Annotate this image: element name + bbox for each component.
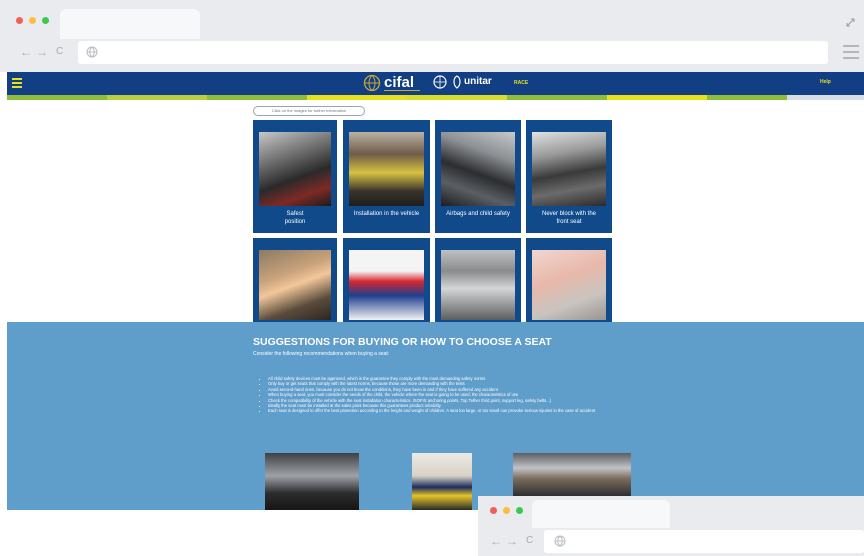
browser-tab[interactable] (60, 9, 200, 39)
card-installation[interactable]: Installation in the vehicle (343, 120, 430, 233)
minimize-window-dot[interactable] (29, 17, 36, 24)
suggestions-list: All child safety devices must be approve… (260, 376, 640, 414)
suggestion-photo-3 (513, 453, 631, 496)
card-photo (441, 132, 515, 206)
cifal-logo: cifal (384, 74, 415, 91)
card-caption: Never block with the front seat (541, 211, 597, 225)
card-never-block[interactable]: Never block with the front seat (526, 120, 612, 233)
card-safest-position[interactable]: Safest position (253, 120, 337, 233)
card-photo (532, 250, 606, 320)
cifal-logo-underline (384, 90, 420, 91)
suggestion-photo-1 (265, 453, 359, 510)
reload-icon[interactable]: C (526, 535, 533, 546)
minimize-window-dot[interactable] (503, 507, 510, 514)
click-hint-pill: Click on the images for further informat… (253, 106, 365, 116)
unitar-logo: unitar (464, 76, 492, 87)
card-photo (259, 132, 331, 206)
hamburger-menu-icon[interactable] (12, 82, 22, 84)
fullscreen-icon[interactable] (846, 14, 855, 27)
address-bar[interactable] (78, 41, 828, 64)
menu-icon-line[interactable] (843, 57, 859, 59)
list-item: Each seat is designed to offer the best … (268, 408, 640, 413)
hamburger-menu-icon[interactable] (12, 78, 22, 80)
cifal-globe-icon (363, 74, 381, 92)
unitar-emblem-icon (453, 75, 461, 89)
card-seat-product[interactable] (343, 238, 430, 322)
card-child-seat-photo[interactable] (253, 238, 337, 322)
maximize-window-dot[interactable] (516, 507, 523, 514)
card-caption: Safest position (284, 211, 306, 225)
card-photo (259, 250, 331, 320)
globe-icon (554, 535, 566, 547)
suggestion-photo-2 (412, 453, 472, 510)
card-caption: Airbags and child safety (446, 211, 510, 217)
reload-icon[interactable]: C (56, 46, 63, 57)
card-airbags[interactable]: Airbags and child safety (435, 120, 521, 233)
card-photo (532, 132, 606, 206)
card-photo (441, 250, 515, 320)
hamburger-menu-icon[interactable] (12, 86, 22, 88)
browser-tab[interactable] (532, 500, 670, 528)
close-window-dot[interactable] (490, 507, 497, 514)
card-baby-photo[interactable] (526, 238, 612, 322)
back-arrow-icon[interactable]: ← (490, 534, 502, 548)
maximize-window-dot[interactable] (42, 17, 49, 24)
back-arrow-icon[interactable]: ← (20, 45, 32, 59)
help-link[interactable]: Help (820, 79, 831, 85)
suggestions-intro: Consider the following recommendations w… (253, 351, 390, 357)
card-photo (349, 250, 424, 320)
suggestions-title: SUGGESTIONS FOR BUYING OR HOW TO CHOOSE … (253, 336, 552, 348)
card-seat-belt[interactable] (435, 238, 521, 322)
menu-icon-line[interactable] (843, 45, 859, 47)
card-caption: Installation in the vehicle (353, 211, 420, 217)
forward-arrow-icon[interactable]: → (506, 534, 518, 548)
un-emblem-icon (433, 75, 447, 89)
card-photo (349, 132, 424, 206)
address-bar[interactable] (544, 530, 864, 553)
globe-icon (86, 46, 98, 58)
race-logo: RACE (514, 80, 529, 86)
forward-arrow-icon[interactable]: → (36, 45, 48, 59)
close-window-dot[interactable] (16, 17, 23, 24)
menu-icon-line[interactable] (843, 51, 859, 53)
